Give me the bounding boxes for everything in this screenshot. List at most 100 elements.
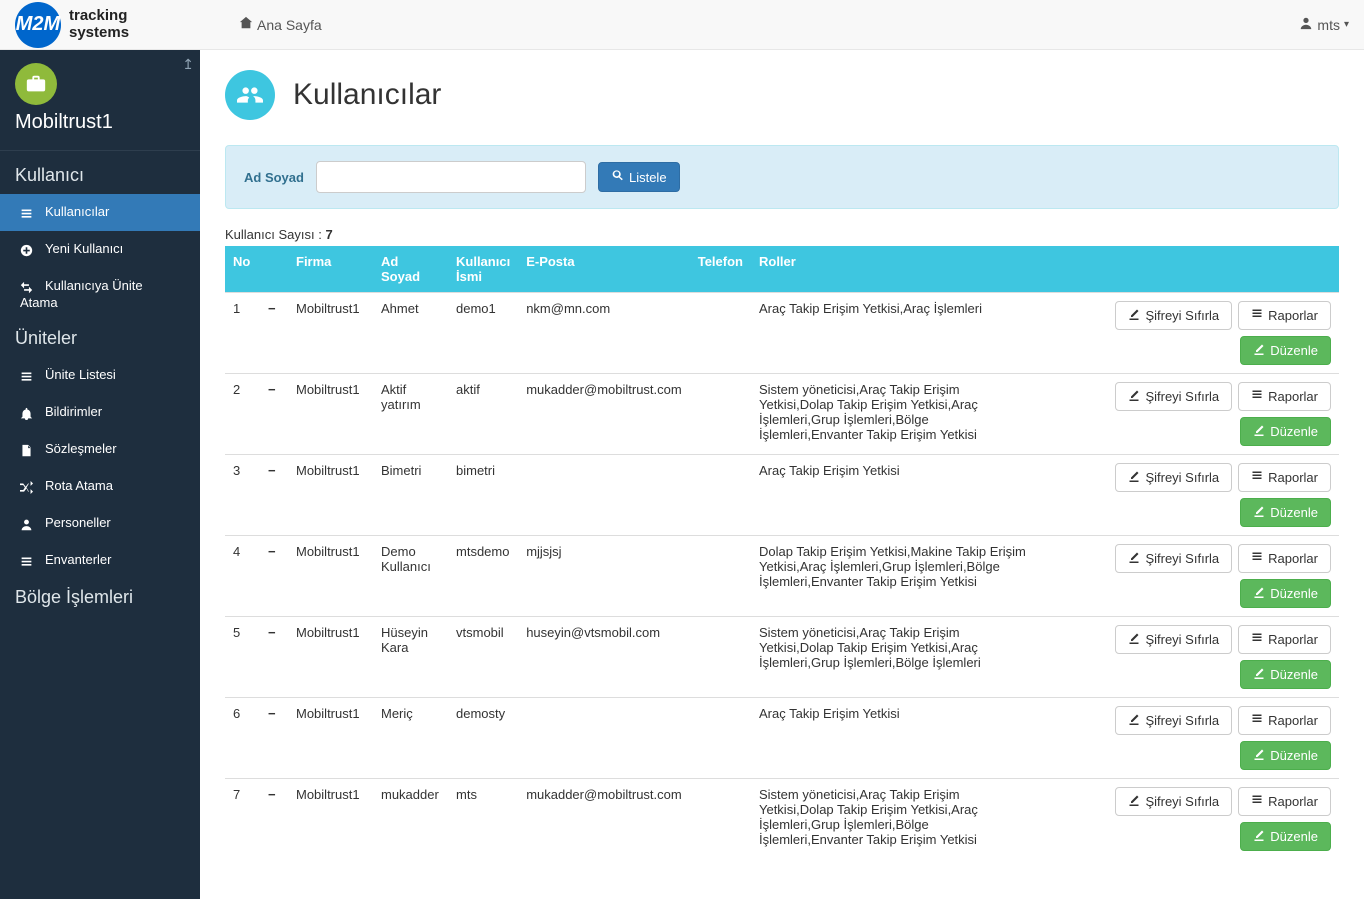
cell-email: [518, 698, 690, 779]
edit-icon: [1253, 748, 1265, 763]
nav-user-menu[interactable]: mts ▾: [1299, 16, 1349, 33]
list-icon: [20, 554, 39, 569]
cell-ad: mukadder: [373, 779, 448, 860]
reset-password-button[interactable]: Şifreyi Sıfırla: [1115, 625, 1232, 654]
cell-user: demosty: [448, 698, 518, 779]
edit-icon: [1253, 424, 1265, 439]
list-icon: [1251, 389, 1263, 404]
topbar: M2M tracking systems Ana Sayfa mts ▾: [0, 0, 1364, 50]
reports-button[interactable]: Raporlar: [1238, 625, 1331, 654]
reset-password-button[interactable]: Şifreyi Sıfırla: [1115, 706, 1232, 735]
cell-firma: Mobiltrust1: [288, 374, 373, 455]
list-button[interactable]: Listele: [598, 162, 680, 192]
row-collapse-icon[interactable]: −: [268, 301, 276, 316]
cell-ad: Bimetri: [373, 455, 448, 536]
plus-icon: [20, 243, 39, 258]
sidebar-item[interactable]: Kullanıcıya Ünite Atama: [0, 268, 200, 320]
th-no: No: [225, 246, 260, 293]
list-icon: [1251, 551, 1263, 566]
sidebar-item[interactable]: Personeller: [0, 505, 200, 542]
table-row: 4−Mobiltrust1Demo Kullanıcımtsdemomjjsjs…: [225, 536, 1339, 617]
cell-firma: Mobiltrust1: [288, 698, 373, 779]
name-filter-input[interactable]: [316, 161, 586, 193]
cell-roles: Araç Takip Erişim Yetkisi: [751, 698, 1039, 779]
table-row: 2−Mobiltrust1Aktif yatırımaktifmukadder@…: [225, 374, 1339, 455]
edit-button[interactable]: Düzenle: [1240, 336, 1331, 365]
edit-icon: [1128, 389, 1140, 404]
brand-block: Mobiltrust1: [0, 58, 200, 144]
row-collapse-icon[interactable]: −: [268, 544, 276, 559]
cell-tel: [690, 374, 751, 455]
cell-user: bimetri: [448, 455, 518, 536]
reports-button[interactable]: Raporlar: [1238, 463, 1331, 492]
sidebar-collapse-icon[interactable]: ↥: [182, 56, 194, 73]
edit-icon: [1128, 632, 1140, 647]
sidebar-item[interactable]: Kullanıcılar: [0, 194, 200, 231]
cell-user: aktif: [448, 374, 518, 455]
sidebar-item[interactable]: Bildirimler: [0, 394, 200, 431]
reports-button[interactable]: Raporlar: [1238, 301, 1331, 330]
row-collapse-icon[interactable]: −: [268, 706, 276, 721]
table-row: 5−Mobiltrust1Hüseyin Karavtsmobilhuseyin…: [225, 617, 1339, 698]
th-adsoyad: Ad Soyad: [373, 246, 448, 293]
cell-user: vtsmobil: [448, 617, 518, 698]
sidebar-item[interactable]: Sözleşmeler: [0, 431, 200, 468]
th-eposta: E-Posta: [518, 246, 690, 293]
sidebar-item[interactable]: Yeni Kullanıcı: [0, 231, 200, 268]
reports-button[interactable]: Raporlar: [1238, 787, 1331, 816]
reports-button[interactable]: Raporlar: [1238, 544, 1331, 573]
edit-button[interactable]: Düzenle: [1240, 822, 1331, 851]
sidebar-item[interactable]: Rota Atama: [0, 468, 200, 505]
th-telefon: Telefon: [690, 246, 751, 293]
row-collapse-icon[interactable]: −: [268, 625, 276, 640]
cell-firma: Mobiltrust1: [288, 293, 373, 374]
bell-icon: [20, 406, 39, 421]
reset-password-button[interactable]: Şifreyi Sıfırla: [1115, 463, 1232, 492]
cell-firma: Mobiltrust1: [288, 617, 373, 698]
reset-password-button[interactable]: Şifreyi Sıfırla: [1115, 544, 1232, 573]
edit-icon: [1128, 470, 1140, 485]
logo-badge: M2M: [15, 2, 61, 48]
sidebar-section-title: Bölge İşlemleri: [0, 579, 200, 616]
caret-down-icon: ▾: [1344, 19, 1349, 30]
cell-tel: [690, 779, 751, 860]
edit-icon: [1128, 308, 1140, 323]
home-icon: [239, 16, 253, 33]
row-collapse-icon[interactable]: −: [268, 382, 276, 397]
list-icon: [20, 206, 39, 221]
page-header: Kullanıcılar: [225, 70, 1339, 120]
cell-ad: Aktif yatırım: [373, 374, 448, 455]
logo-text: tracking systems: [69, 8, 129, 41]
sidebar-item-label: Personeller: [45, 515, 111, 530]
cell-user: mtsdemo: [448, 536, 518, 617]
cell-no: 7: [225, 779, 260, 860]
edit-button[interactable]: Düzenle: [1240, 417, 1331, 446]
main-content: Kullanıcılar Ad Soyad Listele Kullanıcı …: [200, 50, 1364, 899]
cell-firma: Mobiltrust1: [288, 455, 373, 536]
edit-button[interactable]: Düzenle: [1240, 579, 1331, 608]
edit-button[interactable]: Düzenle: [1240, 741, 1331, 770]
table-row: 1−Mobiltrust1Ahmetdemo1nkm@mn.comAraç Ta…: [225, 293, 1339, 374]
reset-password-button[interactable]: Şifreyi Sıfırla: [1115, 382, 1232, 411]
cell-roles: Araç Takip Erişim Yetkisi: [751, 455, 1039, 536]
reports-button[interactable]: Raporlar: [1238, 382, 1331, 411]
sidebar-item[interactable]: Ünite Listesi: [0, 357, 200, 394]
sidebar-item-label: Ünite Listesi: [45, 367, 116, 382]
filter-label: Ad Soyad: [244, 170, 304, 185]
reset-password-button[interactable]: Şifreyi Sıfırla: [1115, 787, 1232, 816]
edit-button[interactable]: Düzenle: [1240, 660, 1331, 689]
nav-home-link[interactable]: Ana Sayfa: [239, 16, 322, 33]
user-icon: [1299, 16, 1313, 33]
cell-no: 5: [225, 617, 260, 698]
edit-button[interactable]: Düzenle: [1240, 498, 1331, 527]
sidebar-section-title: Kullanıcı: [0, 157, 200, 194]
transfer-icon: [20, 280, 39, 295]
row-collapse-icon[interactable]: −: [268, 787, 276, 802]
sidebar-item[interactable]: Envanterler: [0, 542, 200, 579]
reset-password-button[interactable]: Şifreyi Sıfırla: [1115, 301, 1232, 330]
cell-roles: Sistem yöneticisi,Araç Takip Erişim Yetk…: [751, 374, 1039, 455]
cell-no: 1: [225, 293, 260, 374]
reports-button[interactable]: Raporlar: [1238, 706, 1331, 735]
sidebar-item-label: Bildirimler: [45, 404, 102, 419]
row-collapse-icon[interactable]: −: [268, 463, 276, 478]
